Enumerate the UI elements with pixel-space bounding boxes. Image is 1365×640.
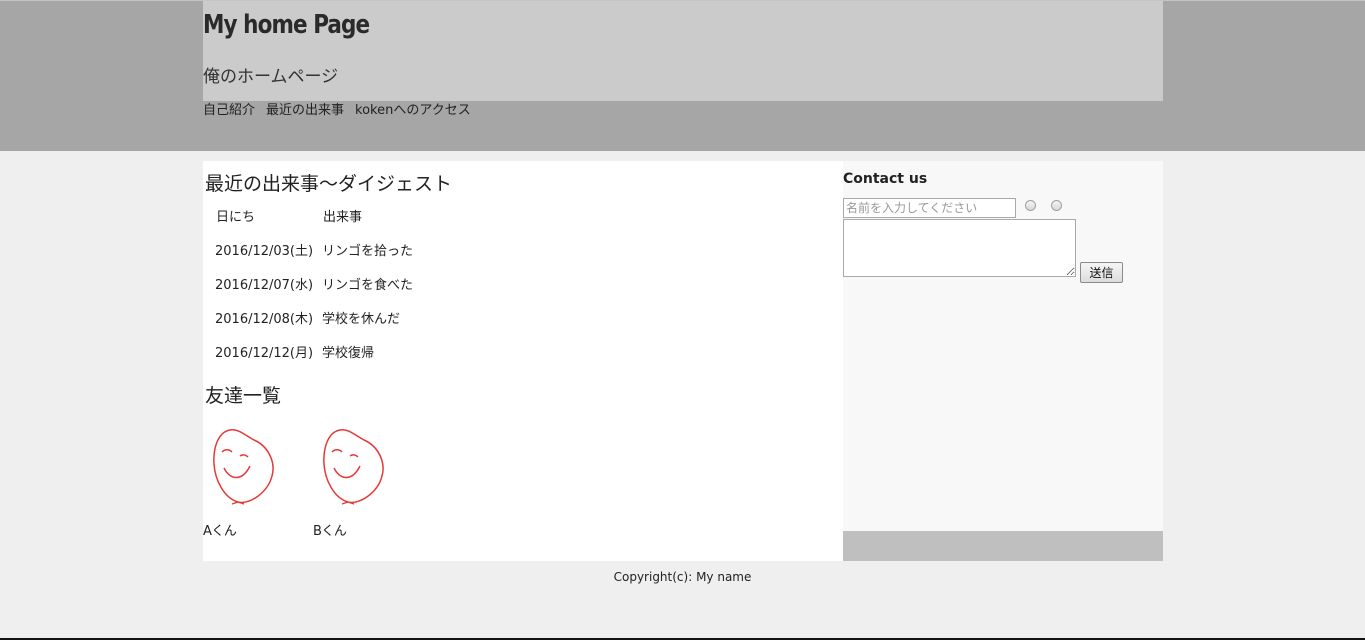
friend-card: Bくん [313,426,384,539]
friend-name: Aくん [203,524,237,539]
smiley-face-drawing-icon [323,428,384,505]
event-date: 2016/12/08(木) [215,312,314,327]
column-header-event: 出来事 [323,210,363,225]
name-input[interactable] [843,198,1016,218]
nav-item-access[interactable]: kokenへのアクセス [355,99,471,118]
event-text: 学校復帰 [322,346,375,361]
event-date: 2016/12/07(水) [215,278,314,293]
main-content: 最近の出来事〜ダイジェスト 日にち 出来事 2016/12/03(土) リンゴを… [203,161,843,561]
smiley-face-drawing-icon [213,428,274,505]
send-button[interactable]: 送信 [1080,262,1123,283]
friends-list: Aくん Bくん [203,426,384,539]
event-text: リンゴを食べた [322,278,414,293]
site-subtitle: 俺のホームページ [203,67,339,87]
friends-title: 友達一覧 [205,385,282,407]
footer-copyright: Copyright(c): My name [613,570,752,584]
radio-option-1[interactable] [1025,200,1036,211]
contact-title: Contact us [843,171,928,187]
radio-option-2[interactable] [1051,200,1062,211]
nav-item-self-intro[interactable]: 自己紹介 [203,99,255,118]
contact-sidebar: Contact us 送信 [843,161,1163,531]
event-date: 2016/12/03(土) [215,244,314,259]
events-title: 最近の出来事〜ダイジェスト [205,173,453,195]
event-text: 学校を休んだ [322,312,401,327]
header: My home Page 俺のホームページ 自己紹介 最近の出来事 kokenへ… [203,0,1163,151]
main-nav: 自己紹介 最近の出来事 kokenへのアクセス [203,99,471,118]
event-text: リンゴを拾った [322,244,414,259]
event-date: 2016/12/12(月) [215,346,314,361]
message-textarea[interactable] [843,219,1076,277]
table-header-row: 日にち 出来事 [212,208,416,242]
column-header-date: 日にち [216,210,256,225]
nav-item-recent-events[interactable]: 最近の出来事 [266,99,344,118]
table-row: 2016/12/08(木) 学校を休んだ [212,310,416,344]
site-title: My home Page [203,10,370,40]
friend-card: Aくん [203,426,274,539]
sidebar-bottom-bar [843,531,1163,561]
events-table: 日にち 出来事 2016/12/03(土) リンゴを拾った 2016/12/07… [212,208,416,378]
friend-name: Bくん [313,524,347,539]
table-row: 2016/12/12(月) 学校復帰 [212,344,416,378]
table-row: 2016/12/03(土) リンゴを拾った [212,242,416,276]
table-row: 2016/12/07(水) リンゴを食べた [212,276,416,310]
